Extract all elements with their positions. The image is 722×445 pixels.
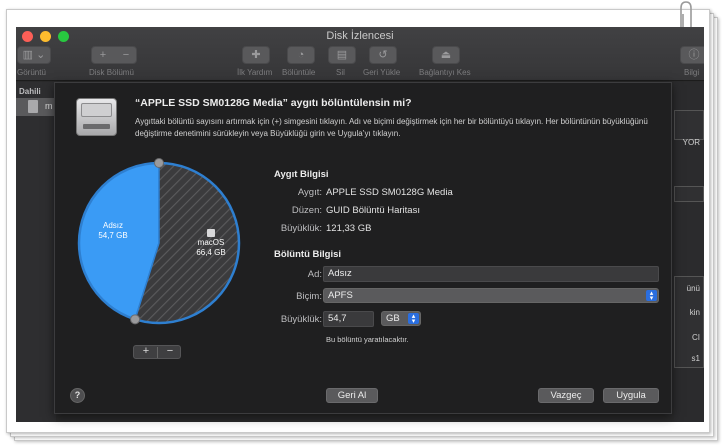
dialog-title: “APPLE SSD SM0128G Media” aygıtı bölüntü… xyxy=(135,97,412,109)
slice-label-new-partition: Adsız 54,7 GB xyxy=(83,221,143,241)
device-info-heading: Aygıt Bilgisi xyxy=(274,169,329,180)
first-aid-button[interactable]: ✚ xyxy=(242,46,270,64)
partition-name-input[interactable]: Adsız xyxy=(323,266,659,282)
name-label: Ad: xyxy=(307,269,322,280)
sidebar-item-label: m xyxy=(45,101,53,111)
select-arrows-icon: ▴ ▾ xyxy=(646,290,657,302)
info-label: Bilgi xyxy=(684,68,700,77)
restore-icon: ↺ xyxy=(378,49,388,61)
erase-button[interactable]: ▤ xyxy=(328,46,356,64)
device-size-label: Büyüklük: xyxy=(280,223,322,234)
info-icon: ⓘ xyxy=(688,49,700,61)
partition-size-label: Büyüklük: xyxy=(280,314,322,325)
volume-add-button[interactable]: + xyxy=(92,48,114,62)
unmount-label: Bağlantıyı Kes xyxy=(419,68,471,77)
pie-resize-handle-0[interactable] xyxy=(154,158,164,168)
first-aid-label: İlk Yardım xyxy=(237,68,273,77)
detail-text-0: YOR xyxy=(682,138,700,147)
erase-label: Sil xyxy=(336,68,345,77)
format-select-value: APFS xyxy=(328,290,353,301)
view-button[interactable]: ▥ ⌄ xyxy=(17,46,51,64)
volume-buttons: + − xyxy=(91,46,137,64)
help-button[interactable]: ? xyxy=(70,388,85,403)
volume-label: Disk Bölümü xyxy=(89,68,134,77)
volume-remove-button[interactable]: − xyxy=(115,48,137,62)
detail-text-4: s1 xyxy=(691,354,700,363)
detail-text-2: kin xyxy=(689,308,700,317)
stethoscope-icon: ✚ xyxy=(251,49,261,61)
eject-icon: ⏏ xyxy=(440,49,452,61)
slice-name-1: macOS xyxy=(197,238,225,247)
unmount-button[interactable]: ⏏ xyxy=(432,46,460,64)
sidebar-section-internal: Dahili xyxy=(19,87,41,96)
partition-add-remove: + − xyxy=(133,345,181,359)
partition-info-heading: Bölüntü Bilgisi xyxy=(274,249,342,260)
sidebar: Dahili m xyxy=(16,82,56,422)
partition-pie-icon: ◔ xyxy=(297,49,305,61)
detail-text-1: ünü xyxy=(686,284,700,293)
partition-size-input[interactable]: 54,7 xyxy=(323,311,374,327)
detail-text-3: CI xyxy=(692,333,700,342)
revert-button[interactable]: Geri Al xyxy=(326,388,378,403)
detail-pane-edge: YOR ünü kin CI s1 xyxy=(674,82,704,422)
hard-disk-icon xyxy=(28,100,38,113)
window-title: Disk İzlencesi xyxy=(326,30,394,42)
restore-label: Geri Yükle xyxy=(363,68,401,77)
partition-dialog: “APPLE SSD SM0128G Media” aygıtı bölüntü… xyxy=(54,82,672,414)
slice-size-1: 66,4 GB xyxy=(196,248,226,257)
info-button[interactable]: ⓘ xyxy=(680,46,704,64)
scheme-value: GUID Bölüntü Haritası xyxy=(326,205,420,216)
partition-note: Bu bölüntü yaratılacaktır. xyxy=(326,335,409,344)
select-arrows-icon: ▴ ▾ xyxy=(408,313,419,325)
sidebar-item-disk[interactable]: m xyxy=(16,98,56,116)
slice-label-macos: macOS 66,4 GB xyxy=(185,229,237,258)
device-value: APPLE SSD SM0128G Media xyxy=(326,187,453,198)
device-size-value: 121,33 GB xyxy=(326,223,372,234)
detail-box-mid xyxy=(674,186,704,202)
internal-disk-icon xyxy=(76,98,117,136)
pie-resize-handle-1[interactable] xyxy=(130,314,141,325)
device-label: Aygıt: xyxy=(297,187,322,198)
apply-button[interactable]: Uygula xyxy=(603,388,659,403)
partition-button[interactable]: ◔ xyxy=(287,46,315,64)
partition-label: Bölüntüle xyxy=(282,68,316,77)
scheme-label: Düzen: xyxy=(291,205,322,216)
partition-pie-chart[interactable]: Adsız 54,7 GB macOS 66,4 GB xyxy=(73,157,245,329)
slice-size-0: 54,7 GB xyxy=(98,231,128,240)
size-unit-value: GB xyxy=(386,313,400,324)
add-partition-button[interactable]: + xyxy=(134,345,158,357)
remove-partition-button[interactable]: − xyxy=(158,345,182,357)
slice-name-0: Adsız xyxy=(102,221,123,230)
cancel-button[interactable]: Vazgeç xyxy=(538,388,594,403)
format-label: Biçim: xyxy=(296,291,322,302)
restore-button[interactable]: ↺ xyxy=(369,46,397,64)
view-label: Görüntü xyxy=(17,68,46,77)
macos-volume-icon xyxy=(207,229,215,237)
dialog-description: Aygıttaki bölüntü sayısını artırmak için… xyxy=(135,117,648,138)
sidebar-icon: ▥ ⌄ xyxy=(22,49,46,61)
format-select[interactable]: APFS ▴ ▾ xyxy=(323,288,659,303)
detail-box-top xyxy=(674,110,704,140)
titlebar: Disk İzlencesi ▥ ⌄ Görüntü + − Disk Bölü… xyxy=(16,27,704,81)
erase-icon: ▤ xyxy=(336,49,348,61)
size-unit-select[interactable]: GB ▴ ▾ xyxy=(381,311,421,326)
